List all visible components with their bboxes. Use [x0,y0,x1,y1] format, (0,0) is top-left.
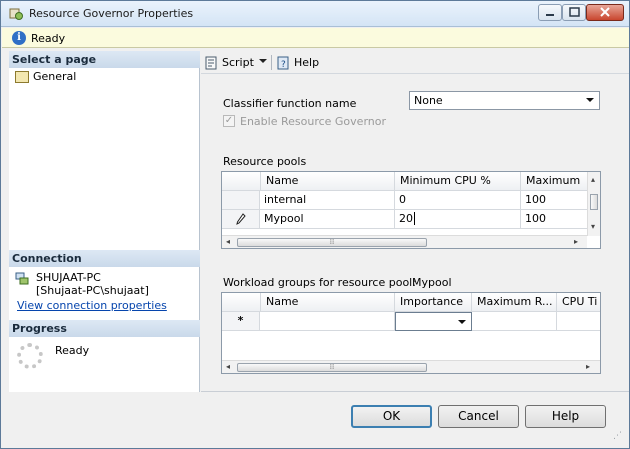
close-button[interactable] [586,4,624,21]
column-header-maximum[interactable]: Maximum [521,172,589,191]
connection-user: [Shujaat-PC\shujaat] [36,284,149,297]
minimize-button[interactable] [538,4,562,21]
resource-pools-grid[interactable]: Name Minimum CPU % Maximum internal 0 10… [221,171,601,249]
new-row-indicator[interactable]: * [222,312,260,331]
scroll-left-icon[interactable]: ◂ [226,362,230,371]
help-book-icon: ? [277,56,289,70]
chevron-down-icon [586,98,594,102]
progress-status: Ready [55,344,90,357]
scroll-down-icon[interactable]: ▾ [591,222,595,231]
toolbar-separator [271,55,272,70]
pool-name-cell[interactable]: internal [260,191,395,210]
pool-max-cpu-cell[interactable]: 100 [521,191,589,210]
window-title: Resource Governor Properties [29,7,194,20]
workload-groups-pool-name: Mypool [412,276,452,289]
progress-header: Progress [9,320,200,337]
close-icon [600,7,610,17]
select-page-header: Select a page [9,51,200,68]
scroll-up-icon[interactable]: ▴ [591,175,595,184]
horizontal-scrollbar[interactable]: ◂ ⁞⁞ ▸ [222,360,600,373]
maximize-button[interactable] [562,4,586,21]
pencil-icon [235,213,246,225]
pool-min-cpu-value: 20 [399,212,413,225]
scroll-left-icon[interactable]: ◂ [226,237,230,246]
classifier-function-value: None [414,94,443,107]
resource-pools-label: Resource pools [223,155,307,168]
cpu-time-cell[interactable] [557,312,600,331]
progress-spinner-icon [17,343,43,369]
column-header-maximum-requests[interactable]: Maximum R... [472,293,557,312]
footer-separator [201,391,629,392]
column-header-importance[interactable]: Importance [395,293,472,312]
help-toolbar-label: Help [294,56,320,69]
pool-max-cpu-cell[interactable]: 100 [521,210,589,229]
general-page-icon [15,71,29,83]
workload-groups-grid[interactable]: Name Importance Maximum R... CPU Ti * ◂ … [221,292,601,374]
script-icon [205,56,217,69]
row-header-corner [222,293,261,312]
script-label: Script [222,56,254,69]
enable-resource-governor-label: Enable Resource Governor [240,115,386,128]
enable-resource-governor-checkbox[interactable]: ✓ [223,115,235,127]
horizontal-scroll-thumb[interactable]: ⁞⁞ [237,363,427,372]
pool-name-cell[interactable]: Mypool [260,210,395,229]
scroll-right-icon[interactable]: ▸ [586,362,590,371]
column-header-cpu-time[interactable]: CPU Ti [557,293,600,312]
help-button[interactable]: Help [525,405,606,428]
page-item-general[interactable]: General [33,70,76,83]
group-name-cell[interactable] [260,312,395,331]
column-header-name[interactable]: Name [261,172,395,191]
chevron-down-icon[interactable] [259,59,267,63]
pool-min-cpu-cell[interactable]: 20 [395,210,521,229]
info-icon: i [12,31,26,45]
cancel-button[interactable]: Cancel [438,405,519,428]
title-bar[interactable]: Resource Governor Properties [1,1,629,27]
server-connection-icon [15,272,29,285]
resize-grip-icon[interactable]: ⋰ [613,431,625,443]
classifier-function-label: Classifier function name [223,97,357,110]
row-indicator[interactable] [222,210,260,229]
left-pane: Select a page General Connection SHUJAAT… [9,51,200,392]
horizontal-scroll-thumb[interactable]: ⁞⁞ [237,238,427,247]
pool-min-cpu-cell[interactable]: 0 [395,191,521,210]
vertical-scrollbar[interactable]: ▴ ▾ [587,172,600,236]
resource-governor-icon [9,8,23,20]
status-text: Ready [31,32,66,45]
maximize-icon [569,7,580,17]
row-header-corner [222,172,261,191]
column-header-name[interactable]: Name [261,293,395,312]
minimize-icon [546,14,554,16]
max-requests-cell[interactable] [472,312,557,331]
row-indicator[interactable] [222,191,260,210]
connection-header: Connection [9,250,200,267]
connection-server: SHUJAAT-PC [36,271,101,284]
ok-button[interactable]: OK [351,405,432,428]
importance-dropdown[interactable] [395,312,472,331]
dialog-window: Resource Governor Properties i Ready Sel… [0,0,630,449]
toolbar: Script ? Help [201,51,629,74]
workload-groups-label: Workload groups for resource pool: [223,276,416,289]
chevron-down-icon [458,320,466,324]
vertical-scroll-thumb[interactable] [590,194,598,210]
text-caret [414,212,415,225]
classifier-function-dropdown[interactable]: None [409,91,600,110]
svg-text:?: ? [281,60,286,70]
horizontal-scrollbar[interactable]: ◂ ⁞⁞ ▸ [222,235,587,248]
help-toolbar-button[interactable]: ? Help [276,54,319,71]
view-connection-properties-link[interactable]: View connection properties [17,299,167,312]
scroll-right-icon[interactable]: ▸ [574,237,578,246]
script-button[interactable]: Script [204,54,254,71]
status-bar: i Ready [2,28,629,48]
column-header-min-cpu[interactable]: Minimum CPU % [395,172,521,191]
